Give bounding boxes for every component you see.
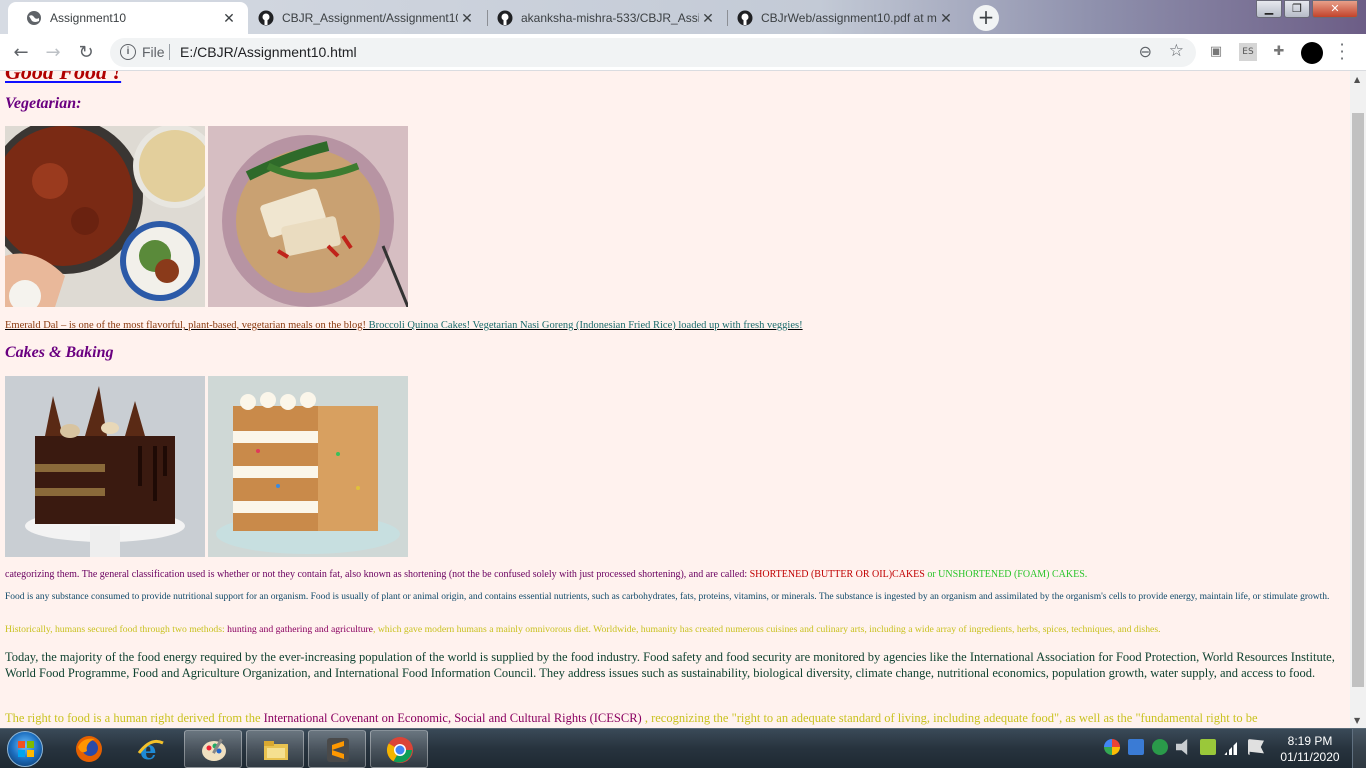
- network-adapter-icon[interactable]: [1128, 739, 1144, 755]
- tab-title: CBJrWeb/assignment10.pdf at m: [761, 11, 937, 25]
- internet-explorer-icon: e: [137, 736, 164, 763]
- page-title: Good Food !: [5, 71, 122, 84]
- address-bar[interactable]: i File E:/CBJR/Assignment10.html ⊖ ☆: [110, 38, 1196, 67]
- windows-taskbar: e 8:19 PM 01/11/2020: [0, 728, 1366, 768]
- tab-close-icon[interactable]: ✕: [458, 10, 476, 27]
- shortened-cakes-text: SHORTENED (BUTTER OR OIL)CAKES: [749, 569, 925, 580]
- cake-classification-paragraph: categorizing them. The general classific…: [5, 569, 1345, 580]
- p1-text: categorizing them. The general classific…: [5, 569, 750, 580]
- p3-text-b: , which gave modern humans a mainly omni…: [372, 624, 1161, 635]
- es-extension-icon[interactable]: ES: [1239, 43, 1257, 61]
- p3-text-a: Historically, humans secured food throug…: [5, 624, 228, 635]
- browser-toolbar: ← → ↻ i File E:/CBJR/Assignment10.html ⊖…: [0, 34, 1366, 71]
- vegetarian-heading: Vegetarian:: [5, 95, 82, 112]
- profile-avatar[interactable]: [1301, 42, 1323, 64]
- p5-text-a: The right to food is a human right deriv…: [5, 711, 264, 725]
- window-close-button[interactable]: ✕: [1312, 0, 1358, 18]
- taskbar-file-explorer[interactable]: [246, 730, 304, 768]
- cakes-heading: Cakes & Baking: [5, 344, 114, 361]
- info-icon[interactable]: i: [120, 44, 136, 60]
- tab-close-icon[interactable]: ✕: [937, 10, 955, 27]
- page-viewport: Good Food ! Vegetarian: Emerald Dal – is…: [0, 71, 1350, 728]
- battery-icon[interactable]: [1200, 739, 1216, 755]
- volume-icon[interactable]: [1176, 739, 1188, 755]
- scroll-down-arrow-icon[interactable]: ▼: [1354, 716, 1360, 725]
- url-text[interactable]: E:/CBJR/Assignment10.html: [180, 44, 357, 60]
- chrome-tray-icon[interactable]: [1104, 739, 1120, 755]
- maximize-button[interactable]: ❐: [1284, 0, 1310, 18]
- vertical-scrollbar[interactable]: ▲ ▼: [1350, 71, 1366, 728]
- update-tray-icon[interactable]: [1152, 739, 1168, 755]
- clock-date: 01/11/2020: [1280, 750, 1340, 764]
- unshortened-cakes-text: or UNSHORTENED (FOAM) CAKES.: [924, 569, 1088, 580]
- tab-close-icon[interactable]: ✕: [699, 10, 717, 27]
- github-icon: [737, 10, 753, 26]
- chrome-icon: [386, 737, 413, 763]
- taskbar-chrome[interactable]: [370, 730, 428, 768]
- windows-logo-icon: [18, 741, 34, 757]
- github-icon: [497, 10, 513, 26]
- tofu-bowl-photo: [208, 126, 408, 307]
- tab-github-cbjrweb[interactable]: CBJrWeb/assignment10.pdf at m ✕: [727, 2, 965, 34]
- show-desktop-button[interactable]: [1352, 729, 1366, 768]
- funfetti-cake-photo: [208, 376, 408, 557]
- taskbar-paint[interactable]: [184, 730, 242, 768]
- chocolate-cake-photo: [5, 376, 205, 557]
- globe-icon: [27, 11, 41, 25]
- address-divider: [169, 44, 170, 60]
- tab-strip: Assignment10 ✕ CBJR_Assignment/Assignmen…: [0, 0, 1366, 34]
- taskbar-internet-explorer[interactable]: e: [122, 730, 180, 768]
- github-icon: [258, 10, 274, 26]
- action-center-flag-icon[interactable]: [1248, 739, 1264, 755]
- chili-photo: [5, 126, 205, 307]
- tab-title: Assignment10: [50, 11, 127, 25]
- tab-assignment10[interactable]: Assignment10 ✕: [8, 2, 248, 34]
- window-controls: ▁ ❐ ✕: [1254, 0, 1358, 18]
- puzzle-icon[interactable]: ✚: [1270, 43, 1288, 61]
- clock-time: 8:19 PM: [1287, 734, 1333, 748]
- paint-icon: [202, 738, 226, 761]
- start-button[interactable]: [7, 731, 43, 767]
- taskbar-sublime-text[interactable]: [308, 730, 366, 768]
- menu-dots-icon[interactable]: · · ·: [1336, 37, 1348, 67]
- tab-github-akanksha[interactable]: akanksha-mishra-533/CBJR_Assig ✕: [487, 2, 727, 34]
- food-industry-paragraph: Today, the majority of the food energy r…: [5, 650, 1335, 680]
- icescr-text: International Covenant on Economic, Soci…: [263, 711, 642, 725]
- taskbar-clock[interactable]: 8:19 PM 01/11/2020: [1275, 733, 1345, 765]
- right-to-food-paragraph: The right to food is a human right deriv…: [5, 711, 1345, 726]
- vegetarian-caption[interactable]: Emerald Dal – is one of the most flavorf…: [5, 320, 803, 331]
- signal-icon[interactable]: [1224, 739, 1240, 755]
- p5-text-b: , recognizing the "right to an adequate …: [641, 711, 1258, 725]
- tab-title: CBJR_Assignment/Assignment10: [282, 11, 458, 25]
- minimize-button[interactable]: ▁: [1256, 0, 1282, 18]
- tab-github-assignment10[interactable]: CBJR_Assignment/Assignment10 ✕: [248, 2, 486, 34]
- tab-close-icon[interactable]: ✕: [220, 10, 238, 27]
- tab-title: akanksha-mishra-533/CBJR_Assig: [521, 11, 699, 25]
- hunting-gathering-text: hunting and gathering and agriculture: [227, 624, 373, 635]
- scroll-up-arrow-icon[interactable]: ▲: [1354, 75, 1360, 84]
- reload-icon[interactable]: ↻: [74, 41, 98, 65]
- caption-quinoa-nasi[interactable]: Broccoli Quinoa Cakes! Vegetarian Nasi G…: [366, 320, 803, 331]
- food-definition-paragraph: Food is any substance consumed to provid…: [5, 592, 1330, 602]
- firefox-icon: [76, 736, 102, 762]
- zoom-icon[interactable]: ⊖: [1139, 42, 1152, 62]
- caption-emerald-dal[interactable]: Emerald Dal – is one of the most flavorf…: [5, 320, 366, 331]
- bookmark-star-icon[interactable]: ☆: [1169, 41, 1184, 61]
- forward-arrow-icon[interactable]: →: [41, 41, 65, 65]
- back-arrow-icon[interactable]: ←: [9, 41, 33, 65]
- new-tab-button[interactable]: +: [973, 5, 999, 31]
- file-explorer-icon: [264, 741, 288, 760]
- pdf-extension-icon[interactable]: ▣: [1207, 43, 1225, 61]
- taskbar-firefox[interactable]: [60, 730, 118, 768]
- system-tray: [1104, 739, 1272, 755]
- scheme-label: File: [142, 44, 165, 60]
- scroll-thumb[interactable]: [1352, 113, 1364, 687]
- sublime-text-icon: [327, 738, 349, 762]
- history-paragraph: Historically, humans secured food throug…: [5, 624, 1345, 635]
